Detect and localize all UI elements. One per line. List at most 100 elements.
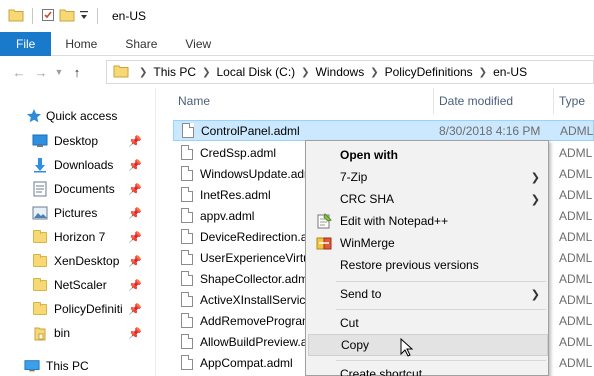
- tab-share[interactable]: Share: [111, 32, 171, 56]
- menu-item-send-to[interactable]: Send to ❯: [308, 283, 548, 305]
- menu-item-label: WinMerge: [340, 236, 395, 250]
- nav-quick-access-label: Quick access: [46, 109, 118, 123]
- toolbar-divider: [32, 8, 33, 24]
- pin-icon[interactable]: 📌: [128, 327, 142, 340]
- menu-item-edit-notepadpp[interactable]: Edit with Notepad++: [308, 210, 548, 232]
- file-name: ShapeCollector.adml: [200, 271, 306, 286]
- file-type: ADML: [559, 166, 593, 181]
- downloads-icon: [32, 157, 48, 173]
- file-name: CredSsp.adml: [200, 145, 277, 160]
- file-name: ControlPanel.adml: [201, 123, 300, 138]
- menu-item-label: Send to: [340, 287, 382, 301]
- pin-icon[interactable]: 📌: [128, 231, 142, 244]
- nav-item-label: Documents: [54, 182, 115, 196]
- file-type: ADML: [559, 229, 593, 244]
- column-divider[interactable]: [433, 88, 434, 114]
- file-name: appv.adml: [200, 208, 255, 223]
- file-name: ActiveXInstallService.adml: [200, 292, 306, 307]
- nav-this-pc-label: This PC: [46, 359, 89, 373]
- file-name: AddRemovePrograms.adml: [200, 313, 306, 328]
- nav-item-bin[interactable]: bin 📌: [0, 321, 156, 345]
- file-row[interactable]: ControlPanel.adml 8/30/2018 4:16 PM ADML: [173, 120, 594, 141]
- menu-item-restore-previous-versions[interactable]: Restore previous versions: [308, 254, 548, 276]
- file-name: UserExperienceVirtualization.adml: [200, 250, 306, 265]
- menu-item-label: CRC SHA: [340, 192, 395, 206]
- nav-item-policydefinitions[interactable]: PolicyDefiniti 📌: [0, 297, 156, 321]
- breadcrumb-local-disk[interactable]: Local Disk (C:): [216, 65, 295, 79]
- document-icon: [181, 250, 193, 265]
- file-type: ADML: [559, 271, 593, 286]
- breadcrumb-chevron-icon[interactable]: ❯: [479, 67, 487, 78]
- menu-item-open-with[interactable]: Open with: [308, 144, 548, 166]
- breadcrumb-en-us[interactable]: en-US: [493, 65, 527, 79]
- folder-icon: [113, 64, 129, 81]
- menu-item-winmerge[interactable]: WinMerge: [308, 232, 548, 254]
- pin-icon[interactable]: 📌: [128, 207, 142, 220]
- nav-item-desktop[interactable]: Desktop 📌: [0, 129, 156, 153]
- nav-this-pc[interactable]: This PC: [0, 354, 156, 376]
- menu-item-label: Open with: [340, 148, 398, 162]
- document-icon: [181, 166, 193, 181]
- pin-icon[interactable]: 📌: [128, 159, 142, 172]
- pictures-icon: [32, 205, 48, 221]
- winmerge-icon: [316, 235, 332, 251]
- star-icon: [26, 108, 42, 124]
- column-divider[interactable]: [553, 88, 554, 114]
- properties-icon[interactable]: [41, 8, 55, 25]
- menu-item-crc-sha[interactable]: CRC SHA ❯: [308, 188, 548, 210]
- submenu-arrow-icon: ❯: [530, 288, 540, 301]
- tab-view[interactable]: View: [171, 32, 225, 56]
- navigation-pane: Quick access Desktop 📌 Downloads 📌 Docum…: [0, 88, 156, 376]
- folder-icon: [32, 301, 48, 317]
- menu-item-7zip[interactable]: 7-Zip ❯: [308, 166, 548, 188]
- address-bar[interactable]: ❯ This PC ❯ Local Disk (C:) ❯ Windows ❯ …: [106, 60, 594, 84]
- breadcrumb-this-pc[interactable]: This PC: [153, 65, 196, 79]
- column-header-date[interactable]: Date modified: [439, 88, 513, 114]
- menu-item-label: Restore previous versions: [340, 258, 479, 272]
- nav-item-label: Horizon 7: [54, 230, 106, 244]
- desktop-icon: [32, 133, 48, 149]
- breadcrumb-chevron-icon[interactable]: ❯: [370, 67, 378, 78]
- nav-item-documents[interactable]: Documents 📌: [0, 177, 156, 201]
- nav-item-label: bin: [54, 326, 71, 340]
- nav-item-label: PolicyDefiniti: [54, 302, 122, 316]
- breadcrumb-chevron-icon[interactable]: ❯: [202, 67, 210, 78]
- recent-locations-button[interactable]: ▼: [52, 61, 66, 83]
- nav-item-horizon-7[interactable]: Horizon 7 📌: [0, 225, 156, 249]
- nav-item-pictures[interactable]: Pictures 📌: [0, 201, 156, 225]
- documents-icon: [32, 181, 48, 197]
- forward-button[interactable]: →: [30, 61, 52, 83]
- breadcrumb: ❯ This PC ❯ Local Disk (C:) ❯ Windows ❯ …: [133, 65, 527, 79]
- pin-icon[interactable]: 📌: [128, 303, 142, 316]
- breadcrumb-chevron-icon[interactable]: ❯: [139, 67, 147, 78]
- new-folder-icon[interactable]: [59, 8, 75, 25]
- breadcrumb-chevron-icon[interactable]: ❯: [301, 67, 309, 78]
- tab-home[interactable]: Home: [51, 32, 111, 56]
- nav-item-netscaler[interactable]: NetScaler 📌: [0, 273, 156, 297]
- nav-quick-access[interactable]: Quick access: [0, 104, 156, 128]
- breadcrumb-policydefinitions[interactable]: PolicyDefinitions: [385, 65, 473, 79]
- column-header-name[interactable]: Name: [178, 88, 210, 114]
- menu-item-copy[interactable]: Copy: [308, 334, 548, 356]
- nav-item-label: Downloads: [54, 158, 114, 172]
- title-bar: en-US: [0, 0, 594, 32]
- file-date: 8/30/2018 4:16 PM: [439, 123, 541, 138]
- back-button[interactable]: ←: [8, 61, 30, 83]
- nav-item-xendesktop[interactable]: XenDesktop 📌: [0, 249, 156, 273]
- menu-item-cut[interactable]: Cut: [308, 312, 548, 334]
- up-arrow-icon: ↑: [73, 64, 81, 80]
- pin-icon[interactable]: 📌: [128, 279, 142, 292]
- breadcrumb-windows[interactable]: Windows: [316, 65, 365, 79]
- up-button[interactable]: ↑: [66, 61, 88, 83]
- pin-icon[interactable]: 📌: [128, 135, 142, 148]
- pin-icon[interactable]: 📌: [128, 255, 142, 268]
- menu-item-create-shortcut[interactable]: Create shortcut: [308, 363, 548, 376]
- menu-item-label: Cut: [340, 316, 359, 330]
- window-title: en-US: [112, 9, 147, 23]
- column-header-type[interactable]: Type: [559, 88, 585, 114]
- nav-item-downloads[interactable]: Downloads 📌: [0, 153, 156, 177]
- pin-icon[interactable]: 📌: [128, 183, 142, 196]
- document-icon: [181, 229, 193, 244]
- tab-file[interactable]: File: [0, 32, 52, 56]
- customize-dropdown-icon[interactable]: [79, 8, 89, 25]
